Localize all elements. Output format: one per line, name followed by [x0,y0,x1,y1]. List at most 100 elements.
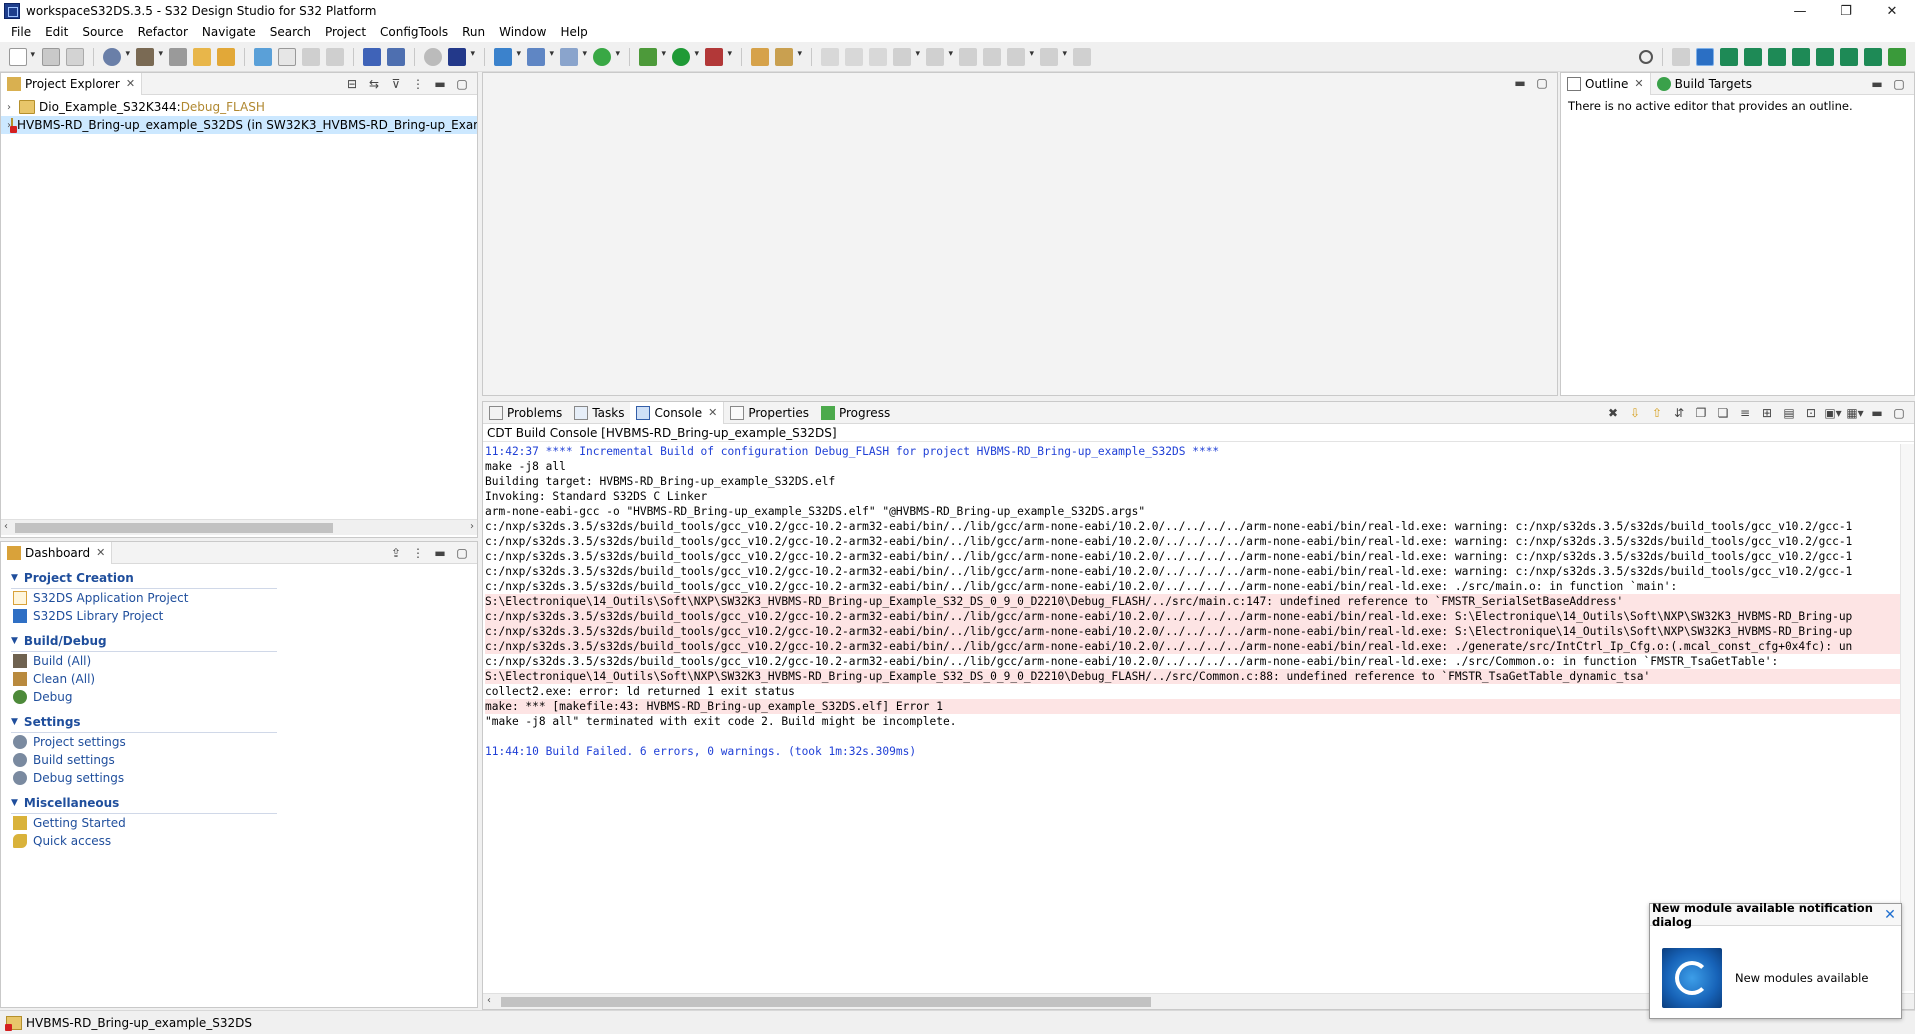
redo-icon[interactable] [326,47,344,66]
display-console-icon[interactable]: ▣▾ [1824,405,1841,421]
maximize-icon[interactable]: ▢ [1891,405,1907,421]
sdk-perspective-icon[interactable] [1864,48,1882,66]
maximize-icon[interactable]: ▢ [454,76,470,92]
undo-icon[interactable] [302,47,320,66]
chevron-down-icon[interactable]: ▼ [11,573,18,583]
copy-build-log-icon[interactable]: ❏ [1715,405,1731,421]
section-build-debug[interactable]: ▼ Build/Debug [1,631,477,651]
link-getting-started[interactable]: Getting Started [1,814,477,832]
link-s32ds-library-project[interactable]: S32DS Library Project [1,607,477,625]
minimize-icon[interactable]: ▬ [1512,75,1528,91]
ddr-perspective-icon[interactable] [1816,48,1834,66]
close-icon[interactable]: ✕ [1883,908,1897,922]
c-perspective-icon[interactable] [1696,48,1714,66]
search-icon[interactable] [1639,50,1653,64]
tab-dashboard[interactable]: Dashboard ✕ [1,541,113,564]
link-debug[interactable]: Debug [1,688,477,706]
block-select-icon[interactable] [845,47,863,66]
copy-icon[interactable]: ❐ [1693,405,1709,421]
chevron-right-icon[interactable]: › [7,102,19,113]
show-error-icon[interactable]: ⇵ [1671,405,1687,421]
close-button[interactable]: ✕ [1869,0,1915,22]
wand-icon[interactable] [775,47,802,66]
tab-progress[interactable]: Progress [815,402,896,424]
chip-icon[interactable] [448,47,475,66]
minimize-icon[interactable]: ▬ [432,76,448,92]
section-miscellaneous[interactable]: ▼ Miscellaneous [1,793,477,813]
open-perspective-icon[interactable] [1672,48,1690,66]
new-target-icon[interactable] [593,47,620,66]
package-icon[interactable] [254,47,272,66]
filter-icon[interactable]: ⊽ [388,76,404,92]
back-arrow-icon[interactable] [1007,47,1034,66]
menu-navigate[interactable]: Navigate [195,25,263,39]
view-menu-icon[interactable]: ⋮ [410,545,426,561]
new-file-icon[interactable] [560,47,587,66]
new-project-icon[interactable] [494,47,521,66]
word-wrap-icon[interactable]: ▤ [1781,405,1797,421]
menu-window[interactable]: Window [492,25,553,39]
open-type-icon[interactable] [751,47,769,66]
file-icon[interactable] [278,47,296,66]
section-settings[interactable]: ▼ Settings [1,712,477,732]
link-clean-all[interactable]: Clean (All) [1,670,477,688]
notification-message[interactable]: New modules available [1735,971,1868,985]
scroll-thumb[interactable] [15,523,333,533]
clocks-perspective-icon[interactable] [1768,48,1786,66]
pin-icon[interactable] [1073,47,1091,66]
menu-source[interactable]: Source [75,25,130,39]
pin-console-icon[interactable]: ⊡ [1803,405,1819,421]
tree-item-hvbms-project[interactable]: › HVBMS-RD_Bring-up_example_S32DS (in SW… [1,116,477,134]
remove-launch-icon[interactable]: ✖ [1605,405,1621,421]
scroll-left-icon[interactable]: ‹ [4,521,8,532]
section-project-creation[interactable]: ▼ Project Creation [1,568,477,588]
close-icon[interactable]: ✕ [708,406,717,419]
chevron-down-icon[interactable]: ▼ [11,636,18,646]
pins-perspective-icon[interactable] [1744,48,1762,66]
maximize-icon[interactable]: ▢ [1891,76,1907,92]
toggle-mark-icon[interactable] [821,47,839,66]
tab-console[interactable]: Console ✕ [630,401,725,424]
chevron-down-icon[interactable]: ▼ [11,798,18,808]
prev-annotation-icon[interactable] [926,47,953,66]
vertical-scrollbar[interactable] [1900,444,1914,991]
back-icon[interactable] [983,47,1001,66]
refresh-icon[interactable] [424,47,442,66]
run-icon[interactable] [672,47,699,66]
menu-refactor[interactable]: Refactor [131,25,195,39]
view-menu-icon[interactable]: ⋮ [410,76,426,92]
close-icon[interactable]: ✕ [96,546,105,559]
export-icon[interactable]: ⇪ [388,545,404,561]
link-editor-icon[interactable]: ⇆ [366,76,382,92]
link-quick-access[interactable]: Quick access [1,832,477,850]
link-s32ds-application-project[interactable]: S32DS Application Project [1,589,477,607]
menu-project[interactable]: Project [318,25,373,39]
maximize-icon[interactable]: ▢ [1534,75,1550,91]
tab-problems[interactable]: Problems [483,402,568,424]
menu-configtools[interactable]: ConfigTools [373,25,455,39]
new-class-icon[interactable] [527,47,554,66]
gear-icon[interactable] [103,47,130,66]
tab-project-explorer[interactable]: Project Explorer ✕ [1,72,143,95]
external-tools-icon[interactable] [705,47,732,66]
link-debug-settings[interactable]: Debug settings [1,769,477,787]
chip-perspective-icon[interactable] [1720,48,1738,66]
minimize-button[interactable]: — [1777,0,1823,22]
prev-error-icon[interactable]: ⇧ [1649,405,1665,421]
minimize-icon[interactable]: ▬ [1869,76,1885,92]
menu-run[interactable]: Run [455,25,492,39]
scroll-right-icon[interactable]: › [470,521,474,532]
menu-file[interactable]: File [4,25,38,39]
whitespace-icon[interactable] [869,47,887,66]
build-all-icon[interactable] [169,47,187,66]
tab-tasks[interactable]: Tasks [568,402,630,424]
open-console-icon[interactable]: ▦▾ [1846,405,1863,421]
search-doc-icon[interactable] [387,47,405,66]
import-icon[interactable] [217,47,235,66]
tab-outline[interactable]: Outline ✕ [1561,72,1651,95]
peripherals-perspective-icon[interactable] [1792,48,1810,66]
new-icon[interactable] [9,47,35,66]
link-build-all[interactable]: Build (All) [1,652,477,670]
chevron-down-icon[interactable]: ▼ [11,717,18,727]
debug-bug-icon[interactable] [639,47,666,66]
